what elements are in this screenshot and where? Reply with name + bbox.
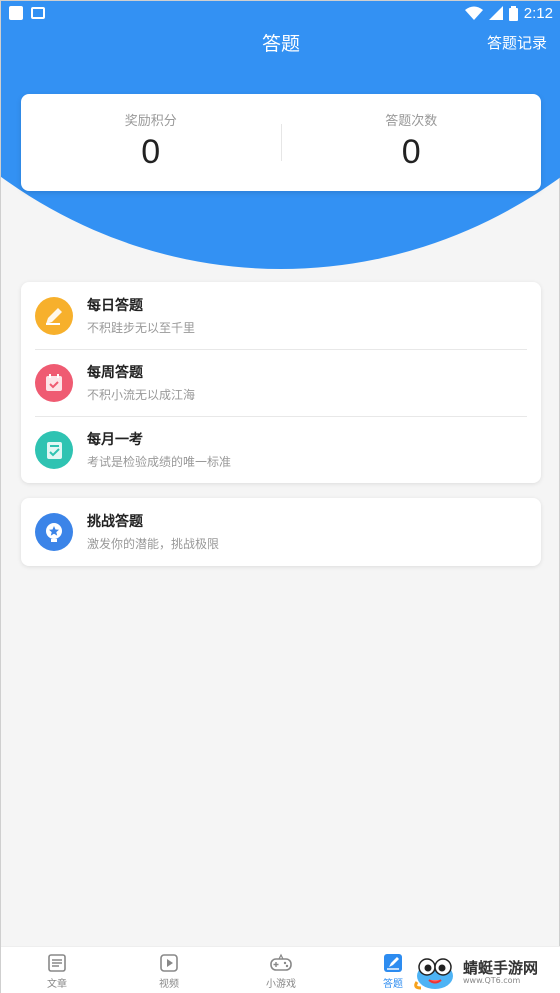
article-icon [48,954,66,972]
video-icon [160,954,178,972]
points-value: 0 [141,133,161,171]
tab-article[interactable]: 文章 [1,947,113,993]
challenge-card[interactable]: 挑战答题 激发你的潜能，挑战极限 [21,498,541,566]
daily-quiz-subtitle: 不积跬步无以至千里 [87,321,196,335]
points-label: 奖励积分 [124,114,177,129]
daily-quiz-item[interactable]: 每日答题 不积跬步无以至千里 [21,282,541,349]
tab-mini-games-label: 小游戏 [266,979,296,990]
tab-video[interactable]: 视频 [113,947,225,993]
app-bar: 答题 答题记录 [1,25,560,61]
tab-video-label: 视频 [159,979,179,990]
wifi-icon [464,6,483,20]
points-stat: 奖励积分 0 [21,94,281,191]
dragonfly-logo-icon [414,958,453,990]
status-bar: 2:12 [1,1,560,25]
stats-card: 奖励积分 0 答题次数 0 [21,94,541,191]
quiz-icon [384,954,402,972]
monthly-quiz-item[interactable]: 每月一考 考试是检验成绩的唯一标准 [21,416,541,483]
watermark-logo: 蜻蜓手游网 www.QT6.com [411,951,560,993]
watermark-url: www.QT6.com [463,975,521,985]
weekly-quiz-item[interactable]: 每周答题 不积小流无以成江海 [21,349,541,416]
page-title: 答题 [261,33,300,55]
tab-article-label: 文章 [47,979,67,990]
watermark-text: 蜻蜓手游网 [463,958,539,977]
monthly-quiz-subtitle: 考试是检验成绩的唯一标准 [87,455,232,469]
signal-icon [488,6,503,20]
pencil-icon [35,296,73,335]
battery-icon [508,5,518,21]
challenge-subtitle: 激发你的潜能，挑战极限 [87,537,220,551]
challenge-quiz-item[interactable]: 挑战答题 激发你的潜能，挑战极限 [21,498,541,565]
square-icon [9,6,23,20]
gamepad-icon [270,953,292,971]
clipboard-check-icon [35,430,73,469]
answer-history-button[interactable]: 答题记录 [487,32,547,53]
tab-quiz-label: 答题 [383,979,403,990]
count-label: 答题次数 [385,114,438,129]
weekly-quiz-title: 每周答题 [87,365,143,381]
count-value: 0 [401,133,421,171]
weekly-quiz-subtitle: 不积小流无以成江海 [87,388,196,402]
tab-mini-games[interactable]: 小游戏 [225,947,337,993]
trophy-star-icon [35,512,73,551]
quiz-list: 每日答题 不积跬步无以至千里 每周答题 不积小流无以成江海 每月一考 考试是检验… [21,282,541,483]
calendar-check-icon [35,363,73,402]
challenge-title: 挑战答题 [87,514,143,530]
image-icon [31,7,45,19]
count-stat: 答题次数 0 [282,94,542,191]
daily-quiz-title: 每日答题 [87,298,143,314]
status-time: 2:12 [523,4,553,22]
monthly-quiz-title: 每月一考 [87,432,143,448]
